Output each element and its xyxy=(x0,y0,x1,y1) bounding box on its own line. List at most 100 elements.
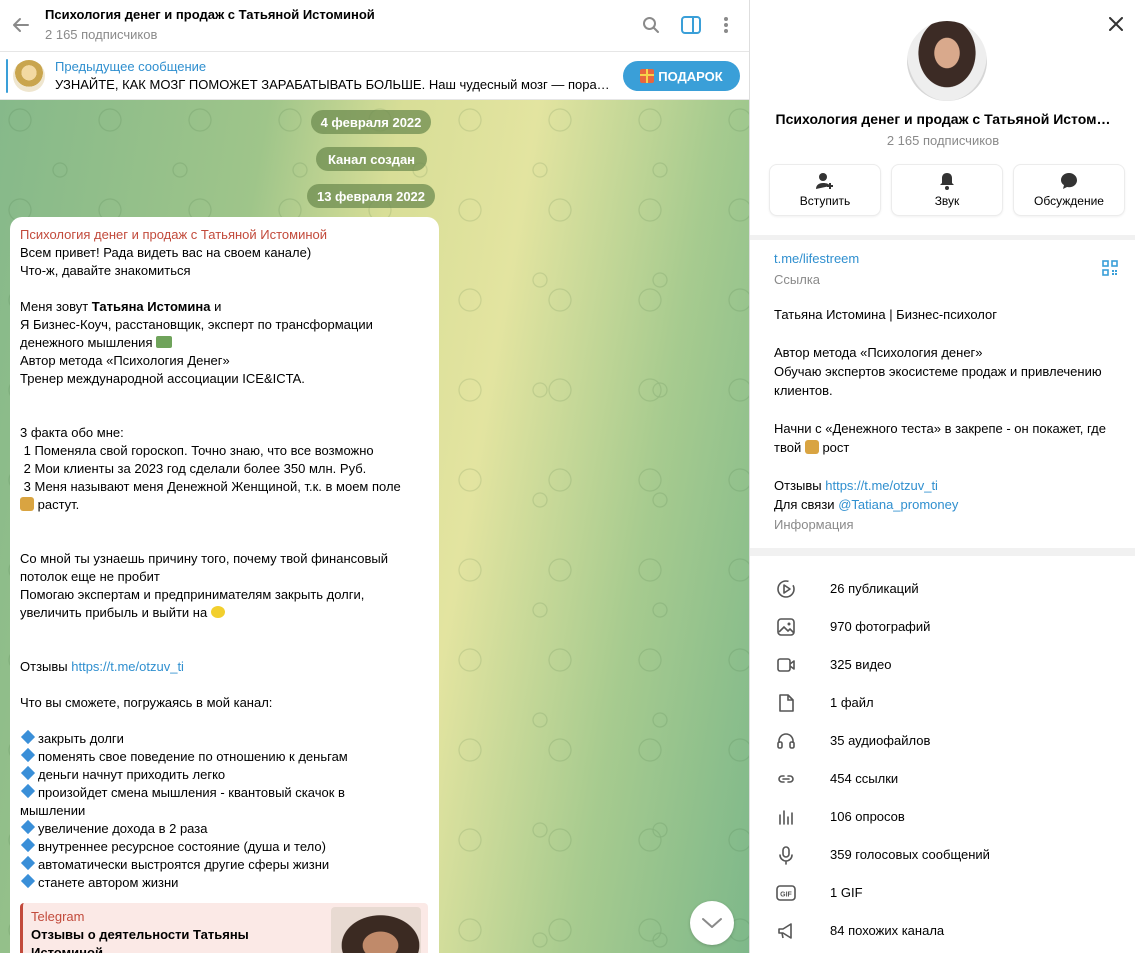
stat-text: 1 файл xyxy=(830,695,874,710)
blue-diamond-icon xyxy=(20,765,36,781)
bio-line: Для связи @Tatiana_promoney xyxy=(774,497,959,512)
sound-button[interactable]: Звук xyxy=(891,164,1003,216)
stat-text: 454 ссылки xyxy=(830,771,899,786)
channel-subscribers: 2 165 подписчиков xyxy=(886,133,1000,148)
gift-icon xyxy=(640,69,655,83)
join-button[interactable]: Вступить xyxy=(769,164,881,216)
stat-files[interactable]: 1 файл xyxy=(750,683,1135,721)
more-menu-icon[interactable] xyxy=(714,13,738,37)
chat-panel: Психология денег и продаж с Татьяной Ист… xyxy=(0,0,749,953)
gif-icon: GIF xyxy=(776,883,796,903)
chat-bubble-icon xyxy=(1061,173,1077,189)
bio-line: Начни с «Денежного теста» в закрепе - он… xyxy=(774,421,1106,436)
pinned-text: УЗНАЙТЕ, КАК МОЗГ ПОМОЖЕТ ЗАРАБАТЫВАТЬ Б… xyxy=(55,77,611,92)
stat-text: 970 фотографий xyxy=(830,619,931,634)
message-line: Помогаю экспертам и предпринимателям зак… xyxy=(20,587,365,602)
svg-text:GIF: GIF xyxy=(780,892,792,899)
money-bills-icon xyxy=(156,336,173,348)
pinned-thumbnail xyxy=(13,60,45,92)
bullet-item: деньги начнут приходить легко xyxy=(20,765,429,784)
bullet-item: станете автором жизни xyxy=(20,873,429,892)
message-line: 3 Меня называют меня Денежной Женщиной, … xyxy=(20,479,401,494)
megaphone-icon xyxy=(776,921,796,941)
chat-subscribers: 2 165 подписчиков xyxy=(45,27,158,42)
message-line: 3 факта обо мне: xyxy=(20,425,124,440)
sound-button-label: Звук xyxy=(934,194,960,208)
profile-header: Психология денег и продаж с Татьяной Ист… xyxy=(750,0,1135,235)
message-author[interactable]: Психология денег и продаж с Татьяной Ист… xyxy=(20,226,429,244)
blue-diamond-icon xyxy=(20,873,36,889)
link-preview[interactable]: Telegram Отзывы о деятельности Татьяны И… xyxy=(20,903,428,953)
add-user-icon xyxy=(816,173,833,189)
blue-diamond-icon xyxy=(20,783,36,799)
blue-diamond-icon xyxy=(20,729,36,745)
stat-text: 1 GIF xyxy=(830,885,863,900)
message-line: Я Бизнес-Коуч, расстановщик, эксперт по … xyxy=(20,317,373,332)
message-line: 2 Мои клиенты за 2023 год сделали более … xyxy=(20,461,367,476)
channel-link[interactable]: t.me/lifestreem xyxy=(774,251,859,266)
sidebar-toggle-icon[interactable] xyxy=(679,13,703,37)
chat-title[interactable]: Психология денег и продаж с Татьяной Ист… xyxy=(45,7,375,22)
close-icon[interactable] xyxy=(1106,14,1126,34)
stat-videos[interactable]: 325 видео xyxy=(750,645,1135,683)
service-message: Канал создан xyxy=(316,147,427,171)
stat-text: 325 видео xyxy=(830,657,892,672)
stat-voice[interactable]: 359 голосовых сообщений xyxy=(750,835,1135,873)
bio-reviews-link[interactable]: https://t.me/otzuv_ti xyxy=(825,478,938,493)
channel-avatar[interactable] xyxy=(907,21,987,101)
channel-link-label: Ссылка xyxy=(774,272,821,287)
search-icon[interactable] xyxy=(639,13,663,37)
stat-links[interactable]: 454 ссылки xyxy=(750,759,1135,797)
publications-icon xyxy=(776,579,796,599)
channel-description: Татьяна Истомина | Бизнес-психолог Автор… xyxy=(774,305,1124,514)
stat-text: 84 похожих канала xyxy=(830,923,945,938)
message-line: денежного мышления xyxy=(20,334,429,352)
gift-button[interactable]: ПОДАРОК xyxy=(623,61,740,91)
message-line: Что вы сможете, погружаясь в мой канал: xyxy=(20,695,273,710)
message-line: 1 Поменяла свой гороскоп. Точно знаю, чт… xyxy=(20,443,374,458)
video-icon xyxy=(776,655,796,675)
reviews-link[interactable]: https://t.me/otzuv_ti xyxy=(71,659,184,674)
stat-text: 106 опросов xyxy=(830,809,905,824)
discussion-button-label: Обсуждение xyxy=(1034,194,1104,208)
bio-line: клиентов. xyxy=(774,383,833,398)
headphones-icon xyxy=(776,731,796,751)
photo-icon xyxy=(776,617,796,637)
scroll-down-button[interactable] xyxy=(690,901,734,945)
preview-site-name: Telegram xyxy=(31,909,85,924)
back-arrow-icon[interactable] xyxy=(8,12,34,38)
link-icon xyxy=(776,769,796,789)
message-bubble[interactable]: Психология денег и продаж с Татьяной Ист… xyxy=(10,217,439,953)
stat-gifs[interactable]: GIF 1 GIF xyxy=(750,873,1135,911)
money-bag-icon xyxy=(804,440,819,454)
contact-username-link[interactable]: @Tatiana_promoney xyxy=(838,497,958,512)
gift-button-label: ПОДАРОК xyxy=(658,68,723,84)
stat-publications[interactable]: 26 публикаций xyxy=(750,569,1135,607)
pinned-message-bar[interactable]: Предыдущее сообщение УЗНАЙТЕ, КАК МОЗГ П… xyxy=(0,52,749,100)
blue-diamond-icon xyxy=(20,837,36,853)
discussion-button[interactable]: Обсуждение xyxy=(1013,164,1125,216)
message-line: Всем привет! Рада видеть вас на своем ка… xyxy=(20,245,312,260)
stat-photos[interactable]: 970 фотографий xyxy=(750,607,1135,645)
qr-code-icon[interactable] xyxy=(1102,260,1118,276)
chat-header: Психология денег и продаж с Татьяной Ист… xyxy=(0,0,749,52)
message-line: увеличить прибыль и выйти на xyxy=(20,604,429,622)
blue-diamond-icon xyxy=(20,855,36,871)
stat-audio[interactable]: 35 аудиофайлов xyxy=(750,721,1135,759)
bullet-item: увеличение дохода в 2 раза xyxy=(20,819,429,838)
bullet-item-continuation: мышлении xyxy=(20,803,86,818)
preview-image xyxy=(331,907,421,953)
chevron-down-icon xyxy=(702,918,722,928)
message-line: Автор метода «Психология Денег» xyxy=(20,353,230,368)
poll-icon xyxy=(776,807,796,827)
message-line: Меня зовут Татьяна Истомина и xyxy=(20,299,222,314)
stat-polls[interactable]: 106 опросов xyxy=(750,797,1135,835)
message-line: Отзывы https://t.me/otzuv_ti xyxy=(20,659,184,674)
channel-title: Психология денег и продаж с Татьяной Ист… xyxy=(775,111,1111,127)
bio-line: твой рост xyxy=(774,440,850,455)
bell-icon xyxy=(940,173,954,190)
bullet-item: закрыть долги xyxy=(20,729,429,748)
bio-line: Обучаю экспертов экосистеме продаж и при… xyxy=(774,364,1102,379)
chat-background: 4 февраля 2022 Канал создан 13 февраля 2… xyxy=(0,100,749,953)
stat-similar-channels[interactable]: 84 похожих канала xyxy=(750,911,1135,949)
